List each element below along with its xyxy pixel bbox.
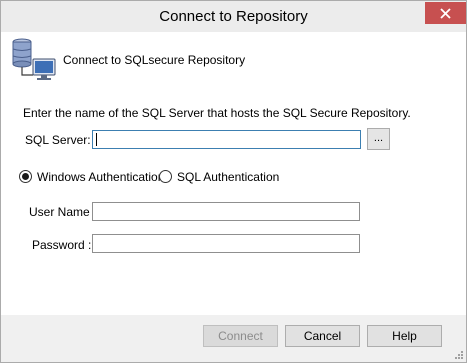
close-button[interactable] xyxy=(425,2,466,24)
cancel-button[interactable]: Cancel xyxy=(285,325,360,347)
sql-auth-radio[interactable] xyxy=(159,170,172,183)
password-input[interactable] xyxy=(92,234,360,253)
text-caret xyxy=(96,133,97,146)
close-icon xyxy=(440,7,451,19)
help-button[interactable]: Help xyxy=(367,325,442,347)
sql-auth-label[interactable]: SQL Authentication xyxy=(177,170,279,184)
instruction-text: Enter the name of the SQL Server that ho… xyxy=(23,106,411,120)
title-bar: Connect to Repository xyxy=(1,1,466,32)
password-label: Password : xyxy=(32,238,92,252)
windows-auth-radio[interactable] xyxy=(19,170,32,183)
user-name-input[interactable] xyxy=(92,202,360,221)
windows-auth-label[interactable]: Windows Authentication xyxy=(37,170,164,184)
radio-selected-dot xyxy=(22,173,29,180)
resize-grip-icon[interactable] xyxy=(454,350,464,360)
user-name-label: User Name : xyxy=(29,205,97,219)
button-bar: Connect Cancel Help xyxy=(1,315,466,362)
connect-dialog: Connect to Repository Connect to SQLsecu… xyxy=(0,0,467,363)
connect-button[interactable]: Connect xyxy=(203,325,278,347)
browse-server-button[interactable]: ... xyxy=(367,128,390,150)
sql-server-input[interactable] xyxy=(92,130,361,149)
server-computer-icon xyxy=(12,38,56,80)
header-panel: Connect to SQLsecure Repository xyxy=(1,32,466,93)
sql-server-label: SQL Server: xyxy=(25,133,91,147)
window-title: Connect to Repository xyxy=(159,8,308,25)
header-text: Connect to SQLsecure Repository xyxy=(63,53,246,67)
